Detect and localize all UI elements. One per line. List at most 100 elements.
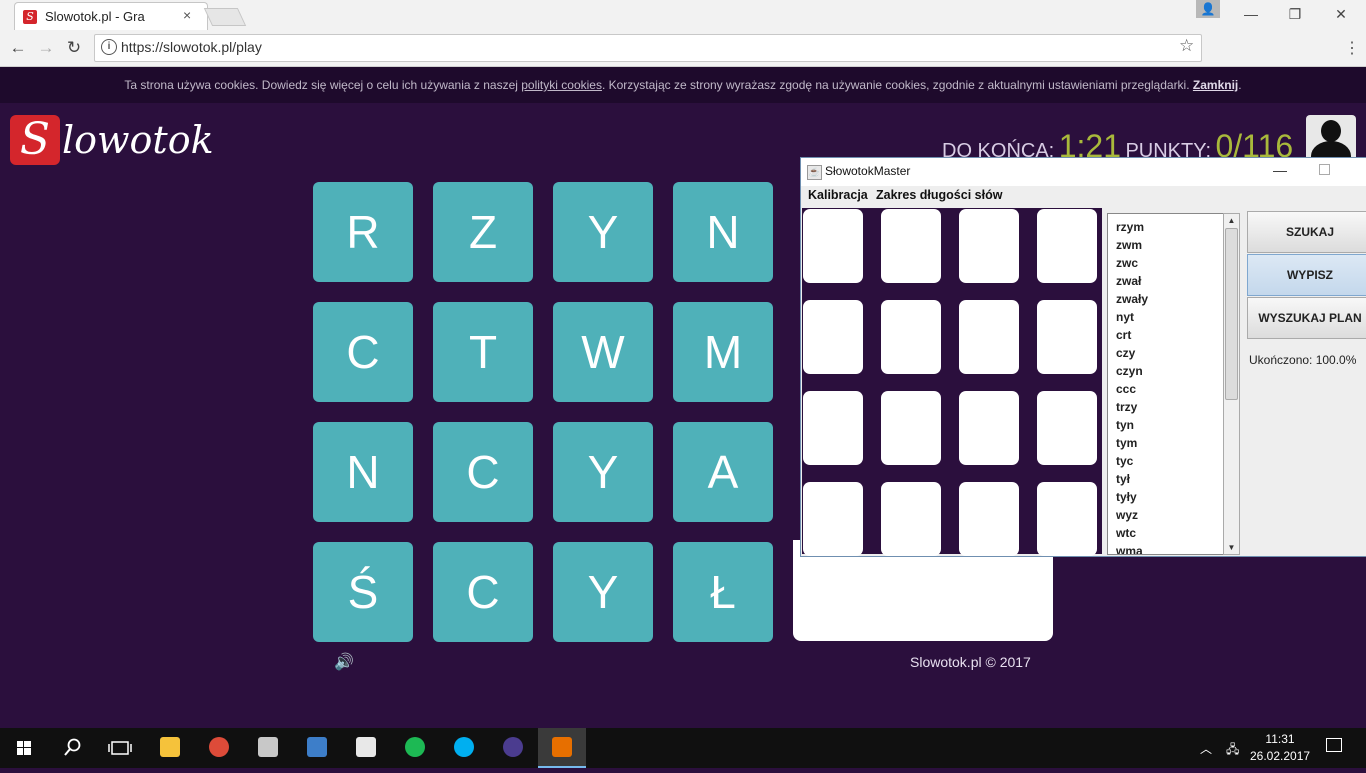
scroll-thumb[interactable] (1225, 228, 1238, 400)
logo-icon[interactable]: S (10, 115, 60, 165)
word-list-item[interactable]: ccc (1116, 382, 1136, 396)
solver-cell[interactable] (959, 391, 1019, 465)
word-list-item[interactable]: zwm (1116, 238, 1142, 252)
solver-word-list[interactable]: rzym zwm zwc zwał zwały nyt crt czy czyn ccc trzy t… (1107, 213, 1239, 555)
word-list-item[interactable]: wtc (1116, 526, 1136, 540)
start-button[interactable] (0, 728, 48, 768)
word-list-item[interactable]: wyz (1116, 508, 1138, 522)
user-profile-icon[interactable]: 👤 (1196, 0, 1220, 18)
word-list-item[interactable]: crt (1116, 328, 1131, 342)
restore-button[interactable]: ❐ (1272, 0, 1318, 28)
url-text[interactable]: https://slowotok.pl/play (121, 39, 262, 55)
letter-tile[interactable]: C (433, 422, 533, 522)
letter-tile[interactable]: W (553, 302, 653, 402)
taskbar-terminal-button[interactable] (244, 728, 292, 768)
word-list-item[interactable]: nyt (1116, 310, 1134, 324)
clock-time[interactable]: 11:31 (1250, 732, 1310, 746)
browser-tab[interactable]: S Slowotok.pl - Gra × (14, 2, 208, 31)
taskbar-java-button[interactable] (538, 728, 586, 768)
word-list-item[interactable]: zwał (1116, 274, 1141, 288)
solver-minimize-button[interactable]: — (1273, 162, 1287, 178)
notifications-icon[interactable] (1326, 738, 1342, 752)
task-view-button[interactable] (96, 728, 144, 768)
site-info-icon[interactable]: i (101, 39, 117, 55)
forward-button[interactable]: → (36, 38, 56, 58)
solver-cell[interactable] (803, 209, 863, 283)
tab-close-icon[interactable]: × (183, 7, 191, 23)
scroll-up-icon[interactable]: ▲ (1224, 214, 1239, 227)
letter-tile[interactable]: Y (553, 422, 653, 522)
bookmark-star-icon[interactable]: ☆ (1179, 36, 1194, 56)
solver-cell[interactable] (803, 482, 863, 556)
taskbar-chrome-button[interactable] (195, 728, 243, 768)
word-list-item[interactable]: tyły (1116, 490, 1137, 504)
solver-cell[interactable] (803, 391, 863, 465)
letter-tile[interactable]: C (313, 302, 413, 402)
solver-cell[interactable] (1037, 209, 1097, 283)
taskbar-eclipse-button[interactable] (489, 728, 537, 768)
letter-tile[interactable]: Z (433, 182, 533, 282)
word-list-item[interactable]: czyn (1116, 364, 1143, 378)
solver-titlebar[interactable]: ☕ SłowotokMaster — (801, 158, 1366, 186)
letter-tile[interactable]: N (673, 182, 773, 282)
taskbar-calculator-button[interactable] (342, 728, 390, 768)
solver-maximize-button[interactable] (1319, 164, 1330, 175)
letter-tile[interactable]: Ł (673, 542, 773, 642)
letter-tile[interactable]: A (673, 422, 773, 522)
tray-chevron-icon[interactable]: ︿ (1200, 740, 1212, 757)
scroll-down-icon[interactable]: ▼ (1224, 541, 1239, 554)
letter-tile[interactable]: T (433, 302, 533, 402)
close-window-button[interactable]: ✕ (1318, 0, 1364, 28)
word-list-item[interactable]: tym (1116, 436, 1137, 450)
taskbar-file-explorer-button[interactable] (146, 728, 194, 768)
letter-tile[interactable]: C (433, 542, 533, 642)
taskbar-pdf-reader-button[interactable] (293, 728, 341, 768)
solver-cell[interactable] (1037, 300, 1097, 374)
word-list-item[interactable]: czy (1116, 346, 1135, 360)
new-tab-button[interactable] (203, 8, 247, 26)
solver-cell[interactable] (881, 482, 941, 556)
letter-tile[interactable]: R (313, 182, 413, 282)
menu-kalibracja[interactable]: Kalibracja (808, 188, 868, 202)
solver-cell[interactable] (959, 209, 1019, 283)
solver-cell[interactable] (881, 391, 941, 465)
solver-cell[interactable] (959, 482, 1019, 556)
letter-tile[interactable]: Y (553, 182, 653, 282)
sound-icon[interactable]: 🔊 (334, 652, 354, 672)
word-list-scrollbar[interactable]: ▲ ▼ (1223, 213, 1240, 555)
cookie-policy-link[interactable]: polityki cookies (521, 78, 602, 92)
logo-text[interactable]: lowotok (62, 118, 214, 162)
solver-cell[interactable] (959, 300, 1019, 374)
browser-menu-icon[interactable]: ⋮ (1344, 38, 1360, 58)
network-icon[interactable]: 🖧 (1226, 740, 1239, 761)
taskbar-skype-button[interactable] (440, 728, 488, 768)
solver-cell[interactable] (1037, 482, 1097, 556)
taskbar-spotify-button[interactable] (391, 728, 439, 768)
search-plan-button[interactable]: WYSZUKAJ PLAN (1247, 297, 1366, 339)
list-button[interactable]: WYPISZ (1247, 254, 1366, 296)
word-list-item[interactable]: zwały (1116, 292, 1148, 306)
address-bar[interactable]: i https://slowotok.pl/play ☆ (94, 34, 1202, 62)
letter-tile[interactable]: N (313, 422, 413, 522)
word-list-item[interactable]: trzy (1116, 400, 1137, 414)
menu-word-length[interactable]: Zakres długości słów (876, 188, 1002, 202)
letter-tile[interactable]: M (673, 302, 773, 402)
search-taskbar-button[interactable] (48, 728, 96, 768)
cookie-close-link[interactable]: Zamknij (1193, 78, 1238, 92)
word-list-item[interactable]: rzym (1116, 220, 1144, 234)
search-button[interactable]: SZUKAJ (1247, 211, 1366, 253)
word-list-item[interactable]: zwc (1116, 256, 1138, 270)
minimize-button[interactable]: — (1228, 0, 1274, 28)
letter-tile[interactable]: Y (553, 542, 653, 642)
avatar[interactable] (1306, 115, 1356, 161)
back-button[interactable]: ← (8, 38, 28, 58)
clock-date[interactable]: 26.02.2017 (1250, 749, 1310, 763)
solver-cell[interactable] (881, 300, 941, 374)
letter-tile[interactable]: Ś (313, 542, 413, 642)
solver-cell[interactable] (803, 300, 863, 374)
word-list-item[interactable]: wma (1116, 544, 1143, 554)
word-list-item[interactable]: tyn (1116, 418, 1134, 432)
word-list-item[interactable]: tył (1116, 472, 1130, 486)
solver-cell[interactable] (881, 209, 941, 283)
solver-cell[interactable] (1037, 391, 1097, 465)
